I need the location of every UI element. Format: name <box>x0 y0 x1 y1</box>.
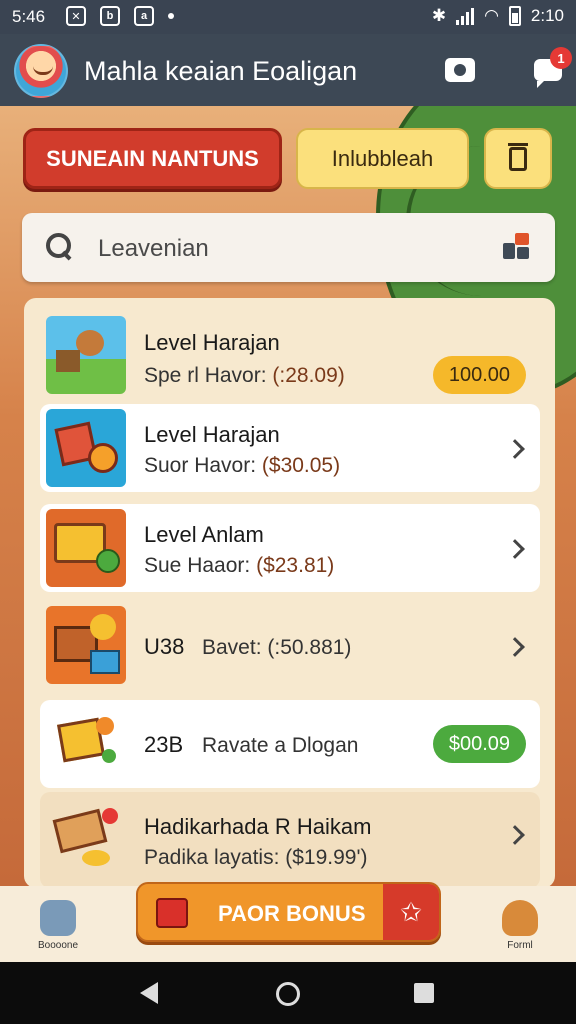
list-item[interactable]: U38 Bavet: (:50.881) <box>40 602 540 690</box>
item-title: Level Harajan <box>144 330 280 355</box>
nav-label-left: Boooone <box>37 940 79 951</box>
notification-icons: ✕ b a <box>66 6 174 26</box>
list-item[interactable]: Hadikarhada R Haikam Padika layatis: ($1… <box>40 792 540 888</box>
app-header: Mahla keaian Eoaligan 1 <box>0 34 576 106</box>
item-subtitle: Bavet: (:50.881) <box>202 636 352 659</box>
item-thumbnail <box>46 800 126 878</box>
nav-label-right: Forml <box>507 940 533 951</box>
bluetooth-icon: ✱ <box>431 6 447 25</box>
messenger-icon: b <box>100 6 120 26</box>
chat-icon: 1 <box>534 47 572 88</box>
item-subtitle: Suor Havor: ($30.05) <box>144 454 341 477</box>
signal-icon <box>456 7 475 25</box>
item-title: 23B <box>144 732 184 757</box>
item-thumbnail <box>46 606 126 684</box>
star-icon: ✩ <box>383 884 439 940</box>
item-title: Hadikarhada R Haikam <box>144 814 372 839</box>
notification-badge: 1 <box>550 47 572 69</box>
item-subtitle: Ravate a Dlogan <box>202 734 359 757</box>
avatar[interactable] <box>14 44 68 98</box>
status-time: 5:46 <box>12 7 46 26</box>
item-thumbnail <box>46 509 126 587</box>
pot-icon <box>502 900 538 936</box>
app-notification-icon: a <box>134 6 154 26</box>
list-item[interactable]: Level Harajan Suor Havor: ($30.05) <box>40 404 540 492</box>
item-subtitle: Spe rl Havor: (:28.09) <box>144 364 345 387</box>
status-clock: 2:10 <box>530 6 564 25</box>
page-title: Mahla keaian Eoaligan <box>84 56 358 86</box>
secondary-action-button[interactable]: Inlubbleah <box>296 128 469 189</box>
primary-action-button[interactable]: SUNEAIN NANTUNS <box>23 128 282 189</box>
item-thumbnail <box>46 409 126 487</box>
bonus-button[interactable]: PAOR BONUS ✩ <box>136 882 441 942</box>
camera-button[interactable] <box>444 54 476 86</box>
camera-icon <box>445 58 475 82</box>
gallery-icon: ✕ <box>66 6 86 26</box>
gift-icon <box>156 898 188 928</box>
system-icons: ✱ ◠ 2:10 <box>432 6 564 26</box>
chevron-right-icon[interactable] <box>505 637 525 657</box>
item-subtitle: Sue Haaor: ($23.81) <box>144 554 335 577</box>
list-item[interactable]: Level Anlam Sue Haaor: ($23.81) <box>40 504 540 592</box>
item-title: Level Harajan <box>144 422 280 447</box>
nav-item-right[interactable]: Forml <box>488 900 552 951</box>
price-pill[interactable]: $00.09 <box>432 725 526 763</box>
item-title: Level Anlam <box>144 522 264 547</box>
search-icon <box>46 233 72 259</box>
back-icon[interactable] <box>140 982 158 1004</box>
status-bar: 5:46 ✕ b a ✱ ◠ 2:10 <box>0 0 576 34</box>
nav-item-left[interactable]: Boooone <box>26 900 90 951</box>
item-subtitle: Padika layatis: ($19.99') <box>144 846 368 869</box>
system-nav-bar <box>0 962 576 1024</box>
item-thumbnail <box>46 316 126 394</box>
item-title: U38 <box>144 634 185 659</box>
list-item[interactable]: Level Harajan Spe rl Havor: (:28.09) 100… <box>40 308 540 402</box>
delete-button[interactable] <box>484 128 552 189</box>
item-thumbnail <box>46 705 126 783</box>
chevron-right-icon[interactable] <box>505 539 525 559</box>
search-input[interactable]: Leavenian <box>98 235 209 263</box>
chevron-right-icon[interactable] <box>505 825 525 845</box>
filter-icon[interactable] <box>501 231 531 261</box>
recents-icon[interactable] <box>414 983 434 1003</box>
list-item[interactable]: 23B Ravate a Dlogan $00.09 <box>40 700 540 788</box>
item-list: Level Harajan Spe rl Havor: (:28.09) 100… <box>24 298 555 888</box>
home-icon[interactable] <box>276 982 300 1006</box>
trash-icon <box>508 142 528 171</box>
battery-icon <box>508 6 521 26</box>
chat-button[interactable]: 1 <box>532 47 572 88</box>
search-bar[interactable]: Leavenian <box>22 213 555 282</box>
more-notifications-icon <box>168 13 174 19</box>
wifi-icon: ◠ <box>484 6 499 25</box>
chevron-right-icon[interactable] <box>505 439 525 459</box>
price-pill[interactable]: 100.00 <box>432 356 526 394</box>
trash-can-icon <box>40 900 76 936</box>
bonus-label: PAOR BONUS <box>218 901 366 926</box>
